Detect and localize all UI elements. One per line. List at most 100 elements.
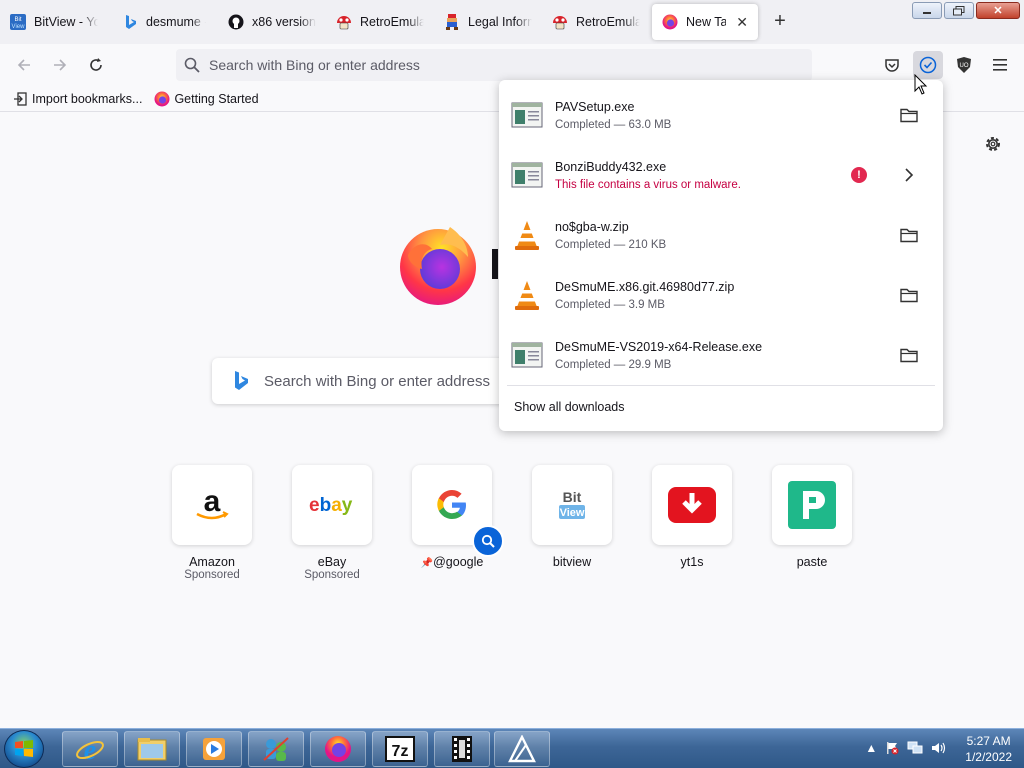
network-icon[interactable]	[907, 741, 923, 758]
show-in-folder-button[interactable]	[895, 341, 923, 369]
paste-logo	[772, 465, 852, 545]
taskbar-internet-explorer[interactable]: e	[62, 731, 118, 767]
svg-text:Bit: Bit	[14, 17, 21, 23]
tab-bitview[interactable]: Bit View BitView - Yo	[0, 4, 108, 40]
tab-new-tab[interactable]: New Tab ✕	[652, 4, 758, 40]
tab-title: BitView - Yo	[34, 15, 98, 29]
bookmark-label: Getting Started	[174, 91, 259, 106]
tab-strip: Bit View BitView - Yo desmume - x86 versi…	[0, 0, 1024, 44]
top-site-yt1s[interactable]: yt1s	[652, 465, 732, 581]
reload-button[interactable]	[84, 53, 108, 77]
back-button[interactable]	[12, 53, 36, 77]
bookmark-label: Import bookmarks...	[32, 91, 143, 106]
exe-file-icon	[511, 339, 543, 371]
clock-date: 1/2/2022	[965, 750, 1012, 764]
close-window-button[interactable]: ✕	[976, 2, 1020, 19]
taskbar-media-player[interactable]	[186, 731, 242, 767]
volume-icon[interactable]	[931, 741, 947, 758]
reload-icon	[90, 58, 102, 71]
ublock-shield-icon: UO	[957, 57, 971, 73]
top-site-name-row: 📌@google	[412, 555, 492, 569]
taskbar-app-a[interactable]	[494, 731, 550, 767]
pin-icon: 📌	[420, 558, 434, 569]
tab-retroemulat-1[interactable]: RetroEmulat	[326, 4, 434, 40]
tab-x86-versions[interactable]: x86 versions	[218, 4, 326, 40]
app-menu-button[interactable]	[985, 51, 1015, 79]
internet-explorer-icon: e	[76, 735, 104, 764]
pocket-button[interactable]	[877, 51, 907, 79]
taskbar-7zip[interactable]: 7z	[372, 731, 428, 767]
folder-icon	[900, 228, 918, 243]
top-site-sponsored-label: Sponsored	[184, 569, 240, 581]
minimize-button[interactable]	[912, 2, 942, 19]
amazon-logo: a	[172, 465, 252, 545]
network-users-icon	[263, 737, 289, 761]
mouse-cursor-icon	[914, 73, 928, 96]
download-status: Completed — 63.0 MB	[555, 118, 672, 131]
firefox-icon	[154, 91, 170, 107]
tab-legal-inform[interactable]: Legal Inform	[434, 4, 542, 40]
show-in-folder-button[interactable]	[895, 101, 923, 129]
bookmark-getting-started[interactable]: Getting Started	[154, 91, 259, 107]
download-item[interactable]: DeSmuME-VS2019-x64-Release.exe Completed…	[507, 327, 935, 383]
tab-title: New Tab	[686, 15, 727, 29]
download-item-blocked[interactable]: BonziBuddy432.exe This file contains a v…	[507, 147, 935, 203]
forward-button[interactable]	[48, 53, 72, 77]
pocket-icon	[885, 59, 899, 72]
tab-title: x86 versions	[252, 15, 316, 29]
action-center-flag-icon[interactable]	[885, 741, 899, 758]
taskbar-film-app[interactable]	[434, 731, 490, 767]
svg-text:Bit: Bit	[563, 489, 582, 505]
taskbar-file-explorer[interactable]	[124, 731, 180, 767]
tab-retroemulat-2[interactable]: RetroEmulat	[542, 4, 650, 40]
svg-text:View: View	[560, 507, 585, 519]
retro-mushroom-icon	[336, 14, 352, 30]
close-tab-icon[interactable]: ✕	[736, 14, 748, 31]
bookmark-import[interactable]: Import bookmarks...	[12, 91, 142, 107]
start-button[interactable]	[4, 730, 44, 768]
film-strip-icon	[452, 736, 472, 762]
show-all-downloads-button[interactable]: Show all downloads	[514, 400, 625, 414]
vlc-file-icon	[511, 219, 543, 251]
restore-button[interactable]	[944, 2, 974, 19]
download-filename: no$gba-w.zip	[555, 219, 629, 234]
top-site-google[interactable]: 📌@google	[412, 465, 504, 581]
7zip-icon: 7z	[385, 736, 415, 762]
blocked-download-details-button[interactable]	[895, 161, 923, 189]
tab-title: Legal Inform	[468, 15, 532, 29]
file-explorer-icon	[137, 738, 167, 761]
show-in-folder-button[interactable]	[895, 221, 923, 249]
tab-desmume[interactable]: desmume -	[112, 4, 216, 40]
github-icon	[228, 14, 244, 30]
download-item[interactable]: no$gba-w.zip Completed — 210 KB	[507, 207, 935, 263]
download-item[interactable]: DeSmuME.x86.git.46980d77.zip Completed —…	[507, 267, 935, 323]
top-site-amazon[interactable]: a Amazon Sponsored	[172, 465, 252, 581]
download-item[interactable]: PAVSetup.exe Completed — 63.0 MB	[507, 87, 935, 143]
show-in-folder-button[interactable]	[895, 281, 923, 309]
top-site-ebay[interactable]: ebay eBay Sponsored	[292, 465, 372, 581]
media-player-icon	[203, 738, 225, 760]
new-tab-button[interactable]: +	[768, 10, 792, 34]
svg-text:e: e	[84, 735, 96, 764]
taskbar-firefox[interactable]	[310, 731, 366, 767]
search-icon	[184, 57, 200, 73]
top-sites-grid: a Amazon Sponsored ebay eBay Sponsored 📌…	[172, 465, 852, 581]
address-bar-placeholder: Search with Bing or enter address	[209, 57, 420, 73]
top-site-bitview[interactable]: Bit View bitview	[532, 465, 612, 581]
taskbar-clock[interactable]: 5:27 AM 1/2/2022	[965, 733, 1012, 765]
folder-icon	[900, 288, 918, 303]
firefox-icon	[325, 736, 351, 762]
customize-gear-icon[interactable]	[983, 134, 1003, 154]
address-bar[interactable]: Search with Bing or enter address	[176, 49, 812, 81]
vlc-file-icon	[511, 279, 543, 311]
top-site-paste[interactable]: paste	[772, 465, 852, 581]
svg-text:7z: 7z	[392, 743, 409, 760]
taskbar-network-app[interactable]	[248, 731, 304, 767]
ublock-origin-button[interactable]: UO	[949, 51, 979, 79]
firefox-logo	[396, 221, 480, 305]
top-site-name: eBay	[317, 555, 347, 569]
download-status: Completed — 3.9 MB	[555, 298, 665, 311]
windows-logo-icon	[15, 740, 33, 757]
hamburger-menu-icon	[993, 59, 1007, 71]
show-hidden-icons-chevron-icon[interactable]: ▲	[865, 741, 877, 758]
